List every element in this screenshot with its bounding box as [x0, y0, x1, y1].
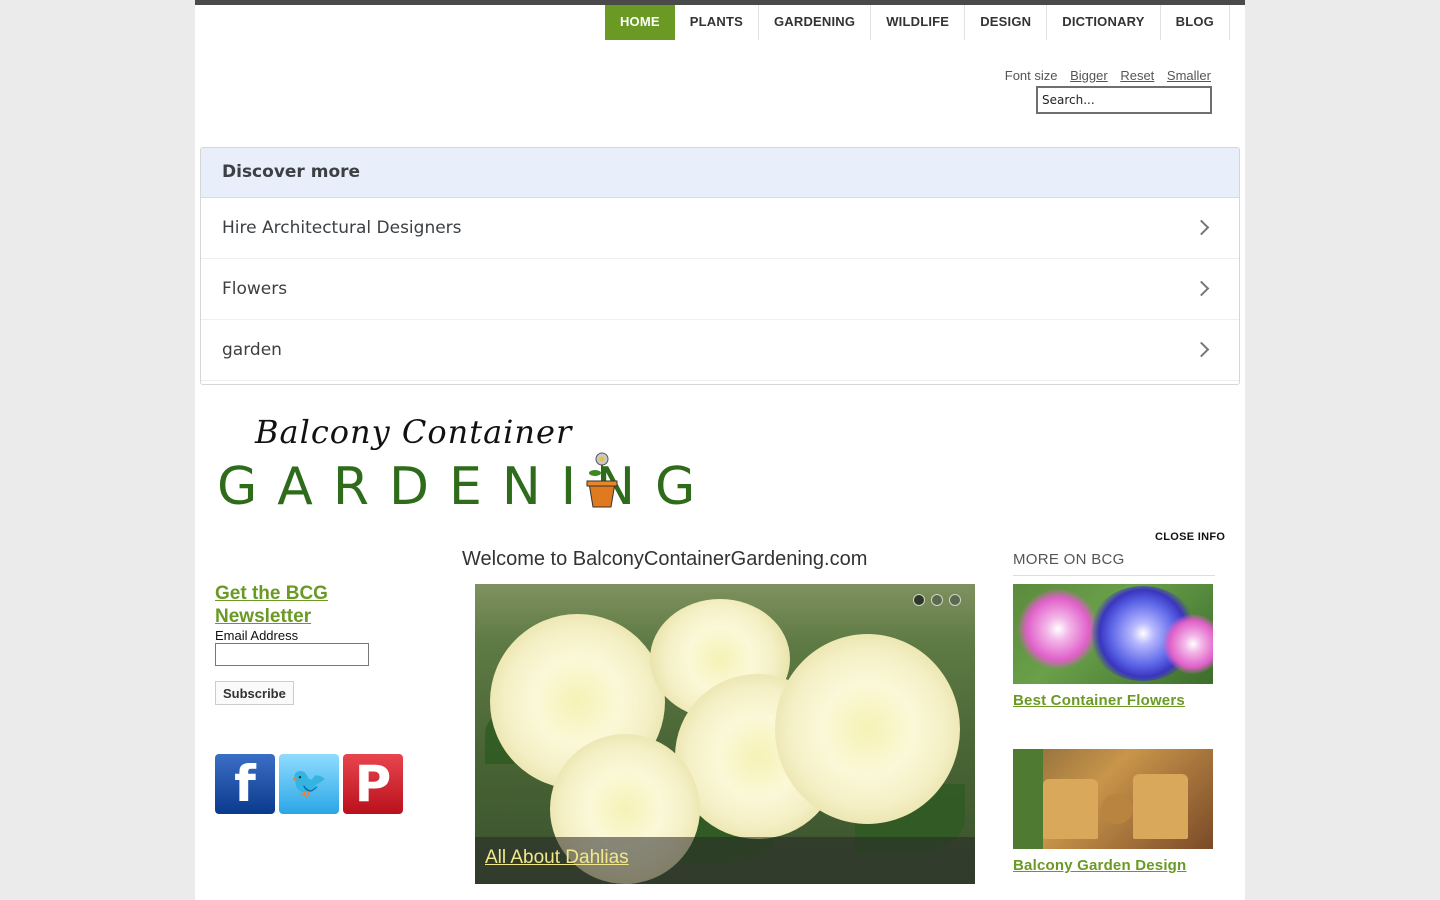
balcony-garden-design-image[interactable] — [1013, 749, 1213, 849]
font-size-controls: Font size Bigger Reset Smaller — [1005, 68, 1211, 83]
nav-plants[interactable]: PLANTS — [675, 5, 759, 40]
slider-dot[interactable] — [949, 594, 961, 606]
slider-dot[interactable] — [931, 594, 943, 606]
email-field[interactable] — [215, 643, 369, 666]
nav-home[interactable]: HOME — [604, 5, 675, 40]
best-container-flowers-image[interactable] — [1013, 584, 1213, 684]
slider-pagination — [913, 594, 961, 606]
chevron-right-icon — [1193, 341, 1210, 358]
chevron-right-icon — [1193, 219, 1210, 236]
discover-item-label: Hire Architectural Designers — [222, 218, 462, 238]
discover-item-garden[interactable]: garden — [201, 320, 1239, 381]
font-reset-link[interactable]: Reset — [1120, 68, 1154, 83]
chair-shape — [1133, 774, 1188, 839]
nav-wildlife[interactable]: WILDLIFE — [871, 5, 966, 40]
discover-item-architectural-designers[interactable]: Hire Architectural Designers — [201, 198, 1239, 259]
main-nav: HOME PLANTS GARDENING WILDLIFE DESIGN DI… — [604, 5, 1230, 40]
font-size-label: Font size — [1004, 68, 1058, 83]
subscribe-button[interactable]: Subscribe — [215, 681, 294, 705]
search-input[interactable] — [1036, 86, 1212, 114]
page-container: HOME PLANTS GARDENING WILDLIFE DESIGN DI… — [195, 0, 1245, 900]
facebook-icon[interactable]: f — [215, 754, 275, 814]
twitter-icon[interactable]: 🐦 — [279, 754, 339, 814]
logo-line1: Balcony Container — [255, 413, 573, 451]
slide-caption-bar: All About Dahlias — [475, 837, 975, 884]
chevron-right-icon — [1193, 280, 1210, 297]
site-logo[interactable]: Balcony Container GARDENING — [217, 413, 747, 528]
nav-design[interactable]: DESIGN — [965, 5, 1048, 40]
nav-dictionary[interactable]: DICTIONARY — [1047, 5, 1161, 40]
font-bigger-link[interactable]: Bigger — [1070, 68, 1108, 83]
discover-item-label: Flowers — [222, 279, 288, 299]
chair-shape — [1043, 779, 1098, 839]
balcony-garden-design-link[interactable]: Balcony Garden Design — [1013, 857, 1186, 874]
social-links: f 🐦 P — [215, 754, 403, 814]
slider-dot[interactable] — [913, 594, 925, 606]
newsletter-title-link[interactable]: Get the BCG Newsletter — [215, 582, 365, 628]
discover-more-title: Discover more — [201, 148, 1239, 198]
font-smaller-link[interactable]: Smaller — [1167, 68, 1211, 83]
slide-caption-link[interactable]: All About Dahlias — [485, 847, 629, 869]
email-address-label: Email Address — [215, 628, 299, 643]
image-slider[interactable]: All About Dahlias — [475, 584, 975, 884]
plant-shape — [1013, 749, 1043, 849]
best-container-flowers-link[interactable]: Best Container Flowers — [1013, 692, 1185, 709]
discover-more-panel: Discover more Hire Architectural Designe… — [200, 147, 1240, 385]
more-on-bcg-title: MORE ON BCG — [1013, 551, 1215, 576]
flower-pot-icon — [586, 452, 618, 508]
table-shape — [1101, 794, 1133, 824]
close-info-link[interactable]: CLOSE INFO — [1155, 531, 1225, 543]
flower-shape — [1018, 589, 1098, 669]
logo-line2: GARDENING — [217, 457, 716, 517]
nav-blog[interactable]: BLOG — [1161, 5, 1230, 40]
discover-item-label: garden — [222, 340, 282, 360]
nav-gardening[interactable]: GARDENING — [759, 5, 872, 40]
discover-item-flowers[interactable]: Flowers — [201, 259, 1239, 320]
welcome-heading: Welcome to BalconyContainerGardening.com — [462, 548, 868, 570]
pinterest-icon[interactable]: P — [343, 754, 403, 814]
dahlia-flower — [775, 634, 960, 824]
